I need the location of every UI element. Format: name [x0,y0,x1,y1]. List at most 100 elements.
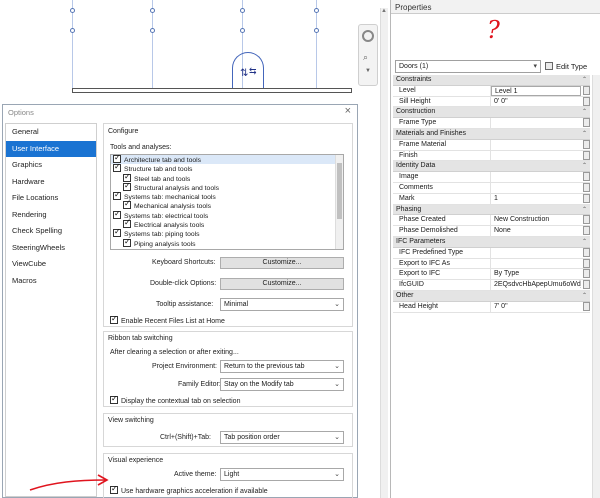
property-section[interactable]: Phasing ⌃ [393,204,590,216]
chevron-up-icon[interactable]: ⌃ [582,291,590,301]
associate-parameter-button[interactable] [583,226,590,236]
nav-item-check-spelling[interactable]: Check Spelling [6,223,96,240]
property-value[interactable]: New Construction [491,215,581,225]
grid-head[interactable] [70,28,75,33]
hw-accel-row[interactable]: Use hardware graphics acceleration if av… [110,484,268,495]
nav-item-rendering[interactable]: Rendering [6,207,96,224]
keyboard-customize-button[interactable]: Customize... [220,257,344,269]
nav-item-user-interface[interactable]: User Interface [6,140,96,157]
shortcut-select[interactable]: Tab position order ⌄ [220,431,344,444]
grid-head[interactable] [240,8,245,13]
property-row[interactable]: Phase Created New Construction [393,215,590,227]
hw-accel-checkbox[interactable] [110,484,118,494]
tool-checkbox[interactable] [113,227,121,238]
theme-select[interactable]: Light ⌄ [220,468,344,481]
property-row[interactable]: IFC Predefined Type [393,247,590,259]
tool-checkbox[interactable] [113,162,121,173]
property-section[interactable]: Constraints ⌃ [393,75,590,86]
chevron-up-icon[interactable]: ⌃ [582,237,590,247]
associate-parameter-button[interactable] [583,139,590,149]
tool-checkbox[interactable] [113,190,121,201]
nav-item-graphics[interactable]: Graphics [6,157,96,174]
properties-scrollbar[interactable] [592,75,600,498]
associate-parameter-button[interactable] [583,96,590,106]
property-row[interactable]: Export to IFC By Type [393,269,590,281]
property-row[interactable]: Mark 1 [393,193,590,205]
tool-checkbox[interactable] [123,199,131,210]
property-section[interactable]: Materials and Finishes ⌃ [393,128,590,140]
tool-item[interactable]: Architecture tab and tools [111,155,343,165]
tool-checkbox[interactable] [113,209,121,219]
doubleclick-customize-button[interactable]: Customize... [220,278,344,290]
property-value[interactable]: 7' 0" [491,302,581,312]
contextual-checkbox[interactable] [110,394,118,404]
tool-checkbox[interactable] [123,218,131,229]
property-row[interactable]: Frame Type [393,118,590,129]
nav-item-hardware[interactable]: Hardware [6,174,96,191]
family-editor-select[interactable]: Stay on the Modify tab ⌄ [220,378,344,391]
property-value[interactable]: By Type [491,269,581,279]
property-row[interactable]: Sill Height 0' 0" [393,96,590,108]
property-row[interactable]: Frame Material [393,139,590,151]
property-row[interactable]: Comments [393,182,590,194]
property-section[interactable]: Identity Data ⌃ [393,161,590,173]
tool-item[interactable]: Systems tab: piping tools [111,227,343,238]
associate-parameter-button[interactable] [583,118,590,128]
chevron-up-icon[interactable]: ⌃ [582,161,590,171]
associate-parameter-button[interactable] [583,215,590,225]
property-section[interactable]: IFC Parameters ⌃ [393,236,590,248]
chevron-up-icon[interactable]: ⌃ [582,205,590,215]
tool-item[interactable]: Steel tab and tools [111,172,343,183]
tool-item[interactable]: Piping analysis tools [111,237,343,248]
property-row[interactable]: Image [393,172,590,183]
chevron-up-icon[interactable]: ⌃ [582,75,590,85]
property-value[interactable]: 0' 0" [491,97,581,107]
property-value[interactable]: 2EQsdvcHbApepUmu6oWdjY [491,280,581,290]
property-value[interactable] [491,172,581,182]
associate-parameter-button[interactable] [583,269,590,279]
dialog-titlebar[interactable]: Options × [3,105,357,119]
property-value[interactable] [491,248,581,258]
recent-files-checkbox[interactable] [110,314,118,324]
property-row[interactable]: Export to IFC As [393,258,590,270]
associate-parameter-button[interactable] [583,150,590,160]
close-icon[interactable]: × [345,105,351,117]
canvas-scrollbar[interactable] [380,8,388,498]
contextual-row[interactable]: Display the contextual tab on selection [110,394,240,405]
scroll-thumb[interactable] [337,163,342,219]
grid-head[interactable] [314,8,319,13]
type-selector[interactable]: Doors (1) ▾ [395,60,541,73]
associate-parameter-button[interactable] [583,85,590,95]
tool-item[interactable]: Structure tab and tools [111,162,343,173]
associate-parameter-button[interactable] [583,258,590,268]
tools-scrollbar[interactable] [335,155,343,249]
property-section[interactable]: Construction ⌃ [393,107,590,119]
associate-parameter-button[interactable] [583,193,590,203]
chevron-up-icon[interactable]: ⌃ [582,107,590,117]
steering-wheel-icon[interactable] [362,30,374,42]
tool-item[interactable]: Mechanical analysis tools [111,199,343,210]
scroll-up-icon[interactable]: ▲ [381,8,387,14]
grid-head[interactable] [150,28,155,33]
property-value[interactable] [491,183,581,193]
flip-icon[interactable]: ⇅ [240,68,248,79]
grid-head[interactable] [240,28,245,33]
grid-head[interactable] [314,28,319,33]
property-row[interactable]: IfcGUID 2EQsdvcHbApepUmu6oWdjY [393,280,590,291]
tooltip-select[interactable]: Minimal ⌄ [220,298,344,311]
property-value[interactable] [491,259,581,269]
tool-item[interactable]: Systems tab: electrical tools [111,209,343,220]
property-value[interactable]: 1 [491,194,581,204]
tool-checkbox[interactable] [123,237,131,247]
property-value[interactable]: Level 1 [491,85,581,96]
grid-head[interactable] [70,8,75,13]
property-row[interactable]: Finish [393,150,590,162]
project-env-select[interactable]: Return to the previous tab ⌄ [220,360,344,373]
zoom-icon[interactable]: ⌕ [363,52,368,63]
nav-item-steeringwheels[interactable]: SteeringWheels [6,240,96,257]
property-value[interactable] [491,140,581,150]
chevron-down-icon[interactable]: ▼ [365,68,371,74]
property-value[interactable] [491,151,581,161]
property-section[interactable]: Other ⌃ [393,290,590,302]
nav-item-file-locations[interactable]: File Locations [6,190,96,207]
